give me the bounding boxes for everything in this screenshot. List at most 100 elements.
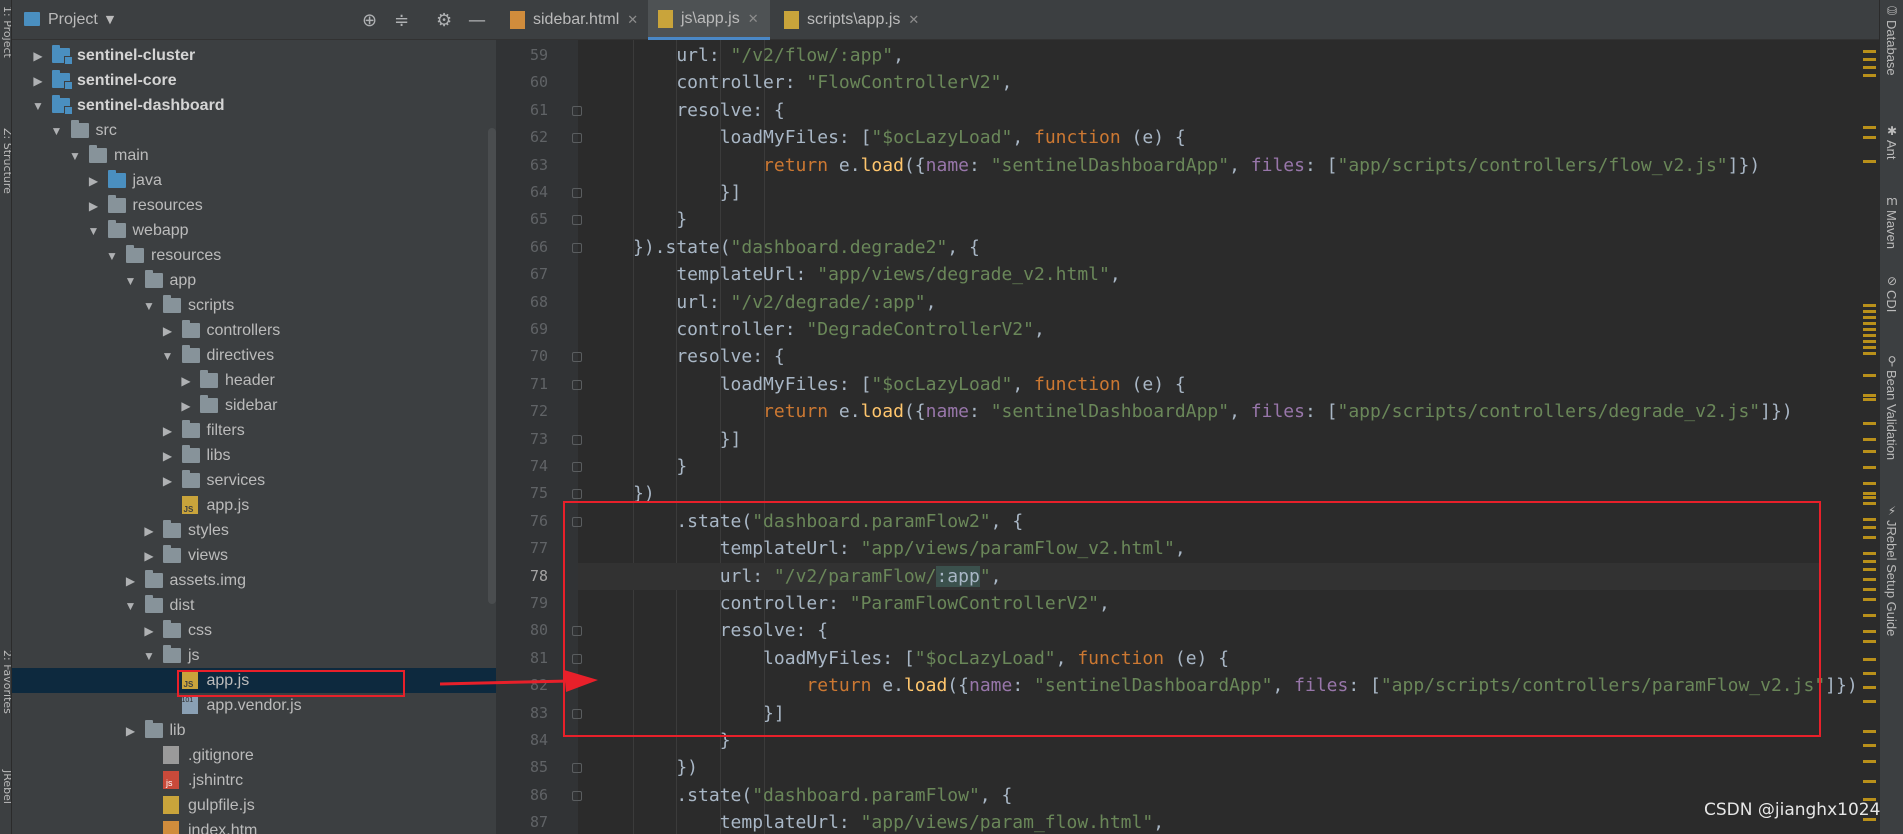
stripe-marker[interactable] [1863, 346, 1876, 349]
code-line[interactable]: } [633, 727, 1820, 754]
stripe-marker[interactable] [1863, 552, 1876, 555]
tree-item[interactable]: ▶ resources [12, 193, 496, 218]
tree-item[interactable]: index.htm [12, 818, 496, 834]
chevron-right-icon[interactable]: ▶ [143, 624, 155, 638]
fold-marker-icon[interactable] [572, 462, 582, 472]
tree-item[interactable]: ▼ src [12, 118, 496, 143]
stripe-marker[interactable] [1863, 398, 1876, 401]
stripe-marker[interactable] [1863, 672, 1876, 675]
tree-item[interactable]: ▼ webapp [12, 218, 496, 243]
stripe-marker[interactable] [1863, 374, 1876, 377]
tool-window-tab[interactable]: Ant [1884, 140, 1899, 160]
stripe-marker[interactable] [1863, 492, 1876, 495]
fold-marker-icon[interactable] [572, 352, 582, 363]
project-scrollbar[interactable] [488, 128, 496, 604]
code-line[interactable]: templateUrl: "app/views/degrade_v2.html"… [633, 261, 1820, 288]
stripe-marker[interactable] [1863, 744, 1876, 747]
favorites-tool-tab[interactable]: 2: Favorites [1, 650, 11, 714]
fold-marker-icon[interactable] [572, 708, 582, 719]
chevron-right-icon[interactable]: ▶ [162, 324, 174, 338]
structure-tool-tab[interactable]: Z: Structure [1, 128, 11, 194]
tree-item[interactable]: ▼ main [12, 143, 496, 168]
stripe-marker[interactable] [1863, 658, 1876, 661]
close-icon[interactable]: ✕ [748, 11, 759, 27]
code-line[interactable]: resolve: { [633, 343, 1820, 370]
stripe-marker[interactable] [1863, 438, 1876, 441]
tree-item[interactable]: ▶ styles [12, 518, 496, 543]
gear-icon[interactable]: ⚙ [436, 10, 452, 31]
tree-item[interactable]: ▼ scripts [12, 293, 496, 318]
tree-item[interactable]: ▶ css [12, 618, 496, 643]
stripe-marker[interactable] [1863, 58, 1876, 61]
tree-item[interactable]: ▼ dist [12, 593, 496, 618]
stripe-marker[interactable] [1863, 316, 1876, 319]
fold-marker-icon[interactable] [572, 188, 582, 198]
chevron-right-icon[interactable]: ▶ [32, 74, 44, 88]
stripe-marker[interactable] [1863, 50, 1876, 53]
fold-marker-icon[interactable] [572, 516, 582, 527]
stripe-marker[interactable] [1863, 640, 1876, 643]
stripe-marker[interactable] [1863, 422, 1876, 425]
stripe-marker[interactable] [1863, 126, 1876, 129]
fold-marker-icon[interactable] [572, 434, 582, 445]
fold-marker-icon[interactable] [572, 626, 582, 637]
stripe-marker[interactable] [1863, 578, 1876, 581]
project-title[interactable]: Project [48, 11, 98, 29]
code-line[interactable]: templateUrl: "app/views/param_flow.html"… [633, 809, 1820, 834]
stripe-marker[interactable] [1863, 160, 1876, 163]
code-line[interactable]: templateUrl: "app/views/paramFlow_v2.htm… [633, 535, 1820, 562]
chevron-right-icon[interactable]: ▶ [88, 174, 100, 188]
tree-item[interactable]: app.js [12, 493, 496, 518]
stripe-marker[interactable] [1863, 518, 1876, 521]
tree-item[interactable]: .jshintrc [12, 768, 496, 793]
code-line[interactable]: resolve: { [633, 617, 1820, 644]
code-line[interactable]: }) [633, 754, 1820, 781]
fold-marker-icon[interactable] [572, 133, 582, 144]
tree-item[interactable]: ▶ sentinel-core [12, 68, 496, 93]
editor-tab[interactable]: js\app.js ✕ [648, 0, 770, 40]
stripe-marker[interactable] [1863, 322, 1876, 325]
editor-tab[interactable]: sidebar.html ✕ [500, 0, 640, 40]
chevron-right-icon[interactable]: ▶ [125, 574, 137, 588]
tree-item[interactable]: .gitignore [12, 743, 496, 768]
code-line[interactable]: .state("dashboard.paramFlow2", { [633, 508, 1820, 535]
code-line[interactable]: url: "/v2/flow/:app", [633, 42, 1820, 69]
tree-item[interactable]: ▼ app [12, 268, 496, 293]
code-line[interactable]: .state("dashboard.paramFlow", { [633, 782, 1820, 809]
stripe-marker[interactable] [1863, 536, 1876, 539]
stripe-marker[interactable] [1863, 730, 1876, 733]
chevron-right-icon[interactable]: ▶ [180, 399, 192, 413]
chevron-down-icon[interactable]: ▼ [69, 149, 81, 163]
code-line[interactable]: }] [633, 426, 1820, 453]
chevron-down-icon[interactable]: ▼ [125, 274, 137, 288]
tree-item[interactable]: gulpfile.js [12, 793, 496, 818]
code-line[interactable]: controller: "FlowControllerV2", [633, 69, 1820, 96]
tool-window-tab[interactable]: Database [1884, 20, 1899, 76]
code-line[interactable]: controller: "DegradeControllerV2", [633, 316, 1820, 343]
fold-marker-icon[interactable] [572, 215, 582, 226]
stripe-marker[interactable] [1863, 340, 1876, 343]
chevron-right-icon[interactable]: ▶ [125, 724, 137, 738]
stripe-marker[interactable] [1863, 560, 1876, 563]
stripe-marker[interactable] [1863, 630, 1876, 633]
chevron-down-icon[interactable]: ▼ [143, 649, 155, 663]
code-line[interactable]: url: "/v2/degrade/:app", [633, 289, 1820, 316]
chevron-down-icon[interactable]: ▼ [143, 299, 155, 313]
chevron-down-icon[interactable]: ▼ [162, 349, 174, 363]
tree-item[interactable]: ▶ filters [12, 418, 496, 443]
fold-marker-icon[interactable] [572, 105, 582, 116]
tree-item[interactable]: ▶ sidebar [12, 393, 496, 418]
code-line[interactable]: url: "/v2/paramFlow/:app", [578, 562, 1820, 590]
collapse-all-icon[interactable]: ≑ [394, 10, 409, 31]
stripe-marker[interactable] [1863, 496, 1876, 499]
stripe-marker[interactable] [1863, 66, 1876, 69]
code-line[interactable]: }) [633, 480, 1820, 507]
code-line[interactable]: loadMyFiles: ["$ocLazyLoad", function (e… [633, 371, 1820, 398]
stripe-marker[interactable] [1863, 614, 1876, 617]
tool-window-tab[interactable]: Maven [1884, 210, 1899, 249]
code-line[interactable]: }] [633, 179, 1820, 206]
code-line[interactable]: loadMyFiles: ["$ocLazyLoad", function (e… [633, 645, 1820, 672]
tool-window-tab[interactable]: CDI [1884, 290, 1899, 312]
code-line[interactable]: } [633, 206, 1820, 233]
chevron-down-icon[interactable]: ▼ [106, 249, 118, 263]
